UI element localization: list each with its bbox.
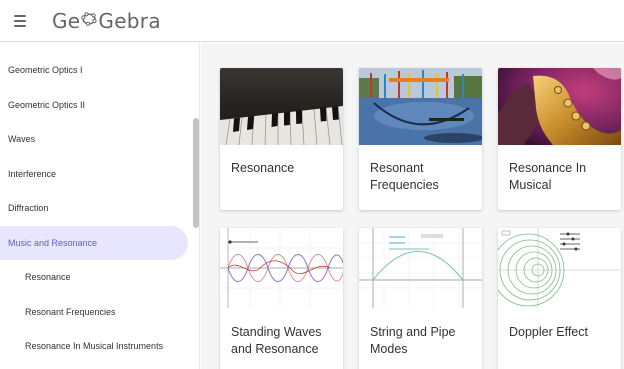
- sidebar-item-label: Music and Resonance: [8, 237, 98, 248]
- hamburger-menu-icon[interactable]: [14, 11, 34, 31]
- sidebar-item-geometric-optics-i[interactable]: Geometric Optics I: [0, 53, 192, 88]
- card-resonance-in-musical[interactable]: Resonance In Musical: [498, 68, 621, 210]
- sidebar-item-diffraction[interactable]: Diffraction: [0, 191, 192, 226]
- app-logo[interactable]: Ge Gebra: [52, 9, 161, 33]
- geogebra-logo-icon: [81, 11, 98, 31]
- sidebar: Geometric Optics I Geometric Optics II W…: [0, 43, 200, 369]
- logo-text-end: Gebra: [98, 8, 161, 33]
- card-resonant-frequencies[interactable]: Resonant Frequencies: [359, 68, 482, 210]
- sidebar-item-label: Resonance: [25, 272, 71, 283]
- logo-text-start: Ge: [52, 8, 81, 33]
- playground-thumbnail: [359, 68, 482, 145]
- doppler-thumbnail: [498, 228, 621, 308]
- sidebar-item-waves[interactable]: Waves: [0, 122, 192, 157]
- string-pipe-thumbnail: [359, 228, 482, 308]
- sidebar-item-label: Waves: [8, 134, 36, 145]
- card-title: Doppler Effect: [509, 325, 588, 339]
- sidebar-item-label: Geometric Optics I: [8, 65, 83, 76]
- card-resonance[interactable]: Resonance: [220, 68, 343, 210]
- sidebar-item-label: Geometric Optics II: [8, 99, 86, 110]
- sidebar-item-label: Interference: [8, 168, 57, 179]
- top-bar: Ge Gebra: [0, 0, 624, 42]
- main-content: Resonance Resonant Frequencies Resonance…: [201, 43, 624, 369]
- sidebar-item-music-and-resonance[interactable]: Music and Resonance: [0, 225, 188, 260]
- sidebar-item-geometric-optics-ii[interactable]: Geometric Optics II: [0, 88, 192, 123]
- card-standing-waves-and-resonance[interactable]: Standing Waves and Resonance: [220, 228, 343, 369]
- standing-waves-thumbnail: [220, 228, 343, 308]
- geogebra-app: Ge Gebra Geometric Optics I Geometric Op…: [0, 0, 624, 369]
- card-title: String and Pipe Modes: [370, 325, 456, 356]
- card-title: Standing Waves and Resonance: [231, 325, 322, 356]
- sidebar-item-interference[interactable]: Interference: [0, 157, 192, 192]
- sidebar-subitem-resonance-in-musical-instruments[interactable]: Resonance In Musical Instruments: [0, 329, 192, 364]
- sidebar-item-label: Resonant Frequencies: [25, 306, 116, 317]
- card-title: Resonant Frequencies: [370, 161, 439, 192]
- sidebar-subitem-resonant-frequencies[interactable]: Resonant Frequencies: [0, 295, 192, 330]
- piano-thumbnail: [220, 68, 343, 145]
- sidebar-item-label: Resonance In Musical Instruments: [25, 341, 164, 352]
- sidebar-scrollbar[interactable]: [193, 118, 199, 228]
- sidebar-item-label: Diffraction: [8, 203, 49, 214]
- card-title: Resonance In Musical: [509, 161, 587, 192]
- sidebar-list: Geometric Optics I Geometric Optics II W…: [0, 53, 192, 364]
- sidebar-subitem-resonance[interactable]: Resonance: [0, 260, 192, 295]
- card-title: Resonance: [231, 161, 295, 175]
- card-doppler-effect[interactable]: Doppler Effect: [498, 228, 621, 369]
- saxophone-thumbnail: [498, 68, 621, 145]
- card-string-and-pipe-modes[interactable]: String and Pipe Modes: [359, 228, 482, 369]
